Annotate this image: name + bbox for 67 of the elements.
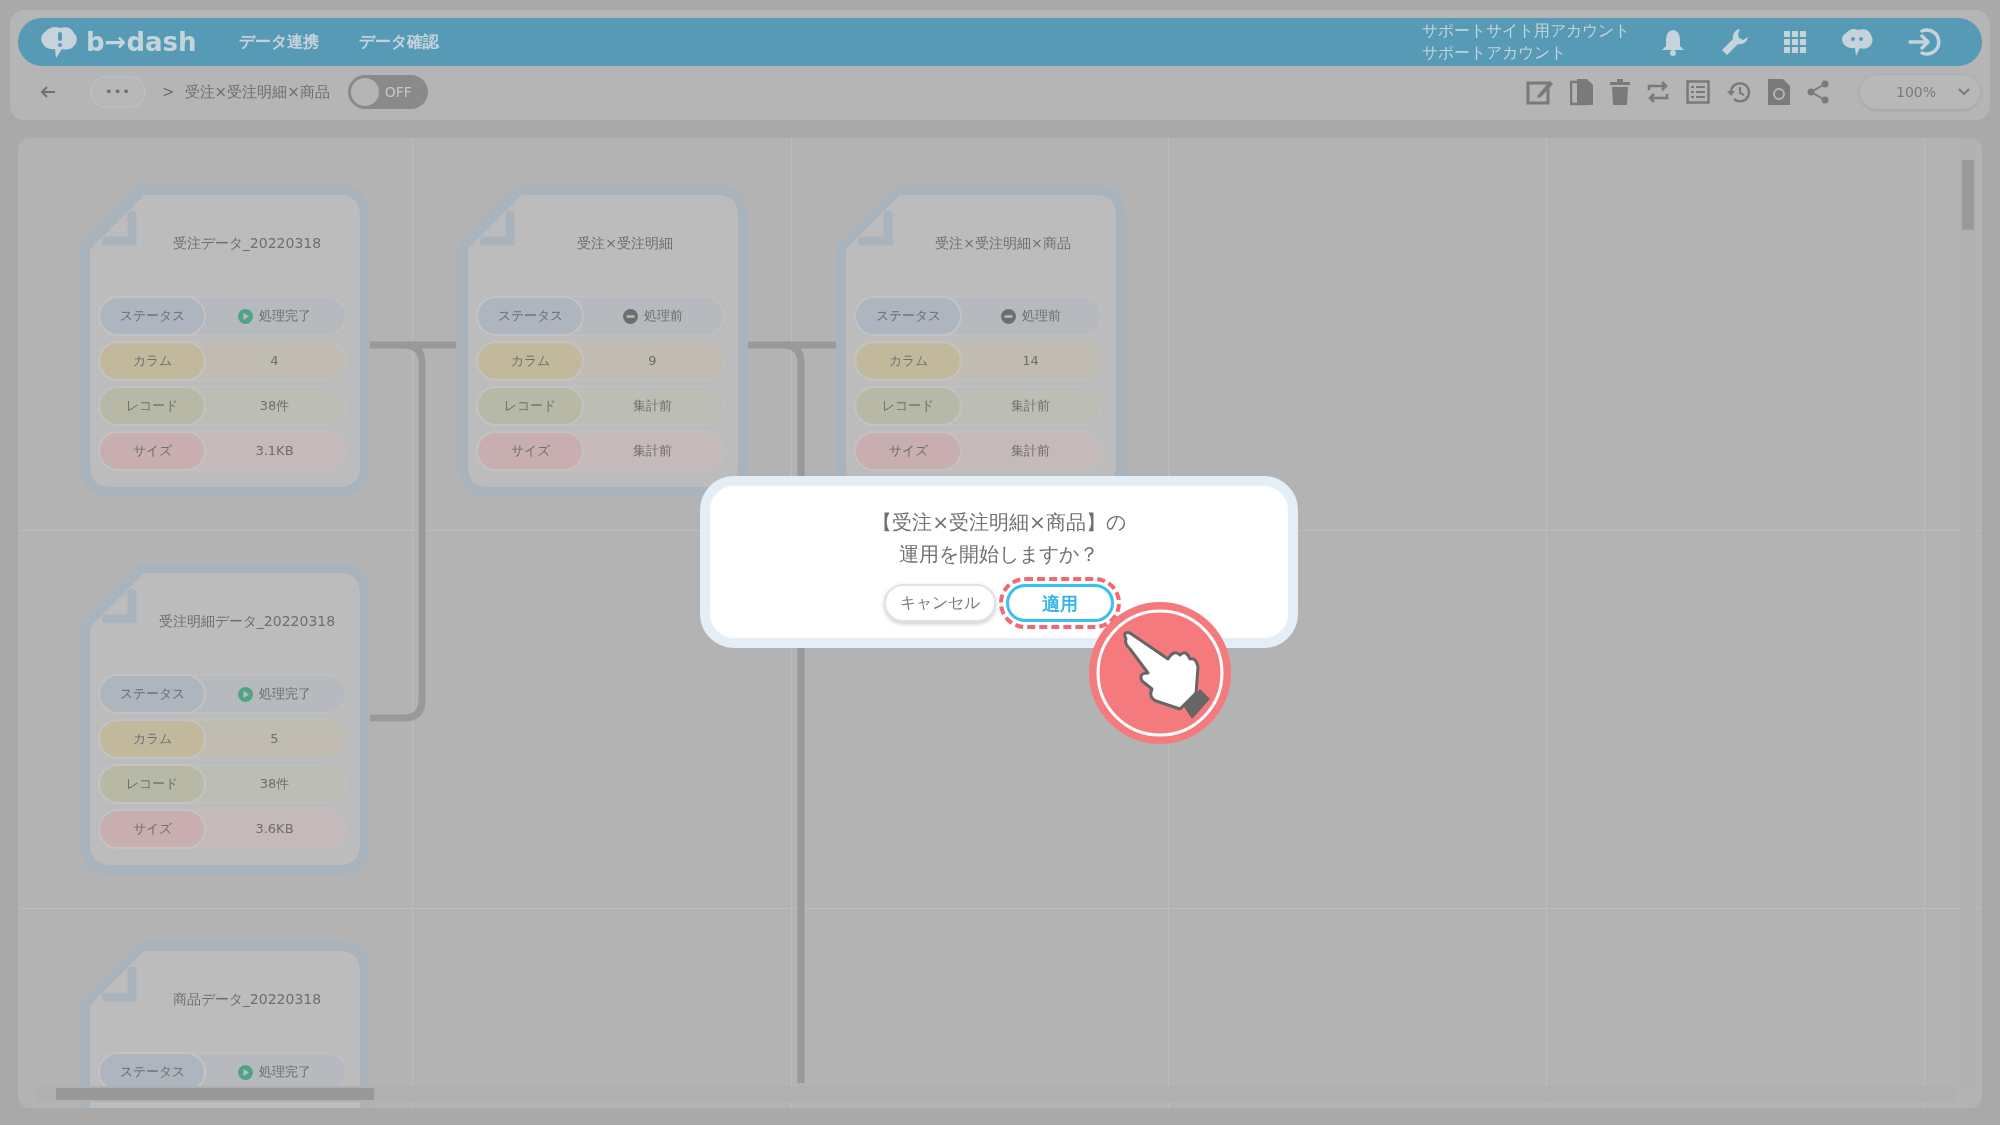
row-label: レコード [478, 388, 582, 424]
back-arrow-icon[interactable] [40, 85, 56, 99]
nav-link[interactable]: データ連携 [238, 30, 319, 54]
toggle-switch[interactable]: OFF [347, 75, 428, 109]
row-value: 集計前 [1011, 397, 1050, 416]
breadcrumb-more-button[interactable]: ••• [90, 76, 146, 108]
trash-icon[interactable] [1610, 79, 1630, 105]
share-icon[interactable] [1806, 80, 1830, 104]
row-value: 処理完了 [259, 307, 311, 326]
row-label: サイズ [100, 811, 204, 847]
row-value: 3.1KB [255, 442, 294, 461]
row-value: 4 [270, 352, 279, 371]
row-value: 14 [1022, 352, 1039, 371]
cloud-logo-icon [38, 25, 80, 59]
file-refresh-icon[interactable] [1768, 79, 1790, 105]
card-title: 受注明細データ_20220318 [157, 612, 337, 631]
chevron-down-icon [1958, 88, 1970, 96]
zoom-select[interactable]: 100% [1860, 75, 1980, 109]
row-label: カラム [856, 343, 960, 379]
notification-bell-icon[interactable] [1660, 28, 1686, 56]
row-label: ステータス [856, 298, 960, 334]
card-title: 商品データ_20220318 [171, 990, 323, 1009]
logout-icon[interactable] [1908, 27, 1942, 57]
row-value: 処理完了 [259, 1063, 311, 1082]
row-label: サイズ [478, 433, 582, 469]
card-title: 受注データ_20220318 [171, 234, 323, 253]
row-value: 処理前 [643, 307, 683, 326]
row-label: レコード [100, 766, 204, 802]
cancel-button[interactable]: キャンセル [884, 584, 996, 622]
app-grid-icon[interactable] [1784, 31, 1806, 53]
row-value: 集計前 [633, 397, 672, 416]
copy-icon[interactable] [1570, 78, 1594, 106]
breadcrumb-separator: > [162, 81, 175, 103]
row-value: 38件 [259, 397, 290, 416]
history-icon[interactable] [1726, 80, 1752, 104]
row-label: レコード [100, 388, 204, 424]
row-label: レコード [856, 388, 960, 424]
cloud-face-icon[interactable] [1840, 27, 1874, 57]
row-value: 5 [270, 730, 279, 749]
account-name: サポートアカウント [1422, 42, 1567, 64]
row-label: ステータス [478, 298, 582, 334]
edit-icon[interactable] [1526, 78, 1554, 106]
row-value: 9 [648, 352, 657, 371]
row-label: サイズ [100, 433, 204, 469]
list-icon[interactable] [1686, 80, 1710, 104]
account-name: サポートサイト用アカウント [1422, 20, 1630, 42]
row-label: カラム [100, 721, 204, 757]
dialog-message: 【受注×受注明細×商品】の [872, 509, 1126, 536]
nav-link[interactable]: データ確認 [358, 30, 439, 54]
row-label: サイズ [856, 433, 960, 469]
dialog-message: 運用を開始しますか？ [899, 541, 1099, 568]
logo-text: b→dash [86, 25, 197, 59]
card-title: 受注×受注明細×商品 [934, 234, 1072, 253]
repeat-arrows-icon[interactable] [1646, 80, 1670, 104]
row-label: カラム [478, 343, 582, 379]
card-title: 受注×受注明細 [576, 234, 674, 253]
wrench-icon[interactable] [1720, 27, 1750, 57]
row-value: 38件 [259, 775, 290, 794]
row-value: 3.6KB [255, 820, 294, 839]
row-value: 集計前 [1011, 442, 1050, 461]
row-value: 集計前 [633, 442, 672, 461]
row-label: ステータス [100, 298, 204, 334]
breadcrumb-title: 受注×受注明細×商品 [184, 81, 330, 103]
row-value: 処理完了 [259, 685, 311, 704]
row-value: 処理前 [1021, 307, 1061, 326]
row-label: カラム [100, 343, 204, 379]
row-label: ステータス [100, 676, 204, 712]
